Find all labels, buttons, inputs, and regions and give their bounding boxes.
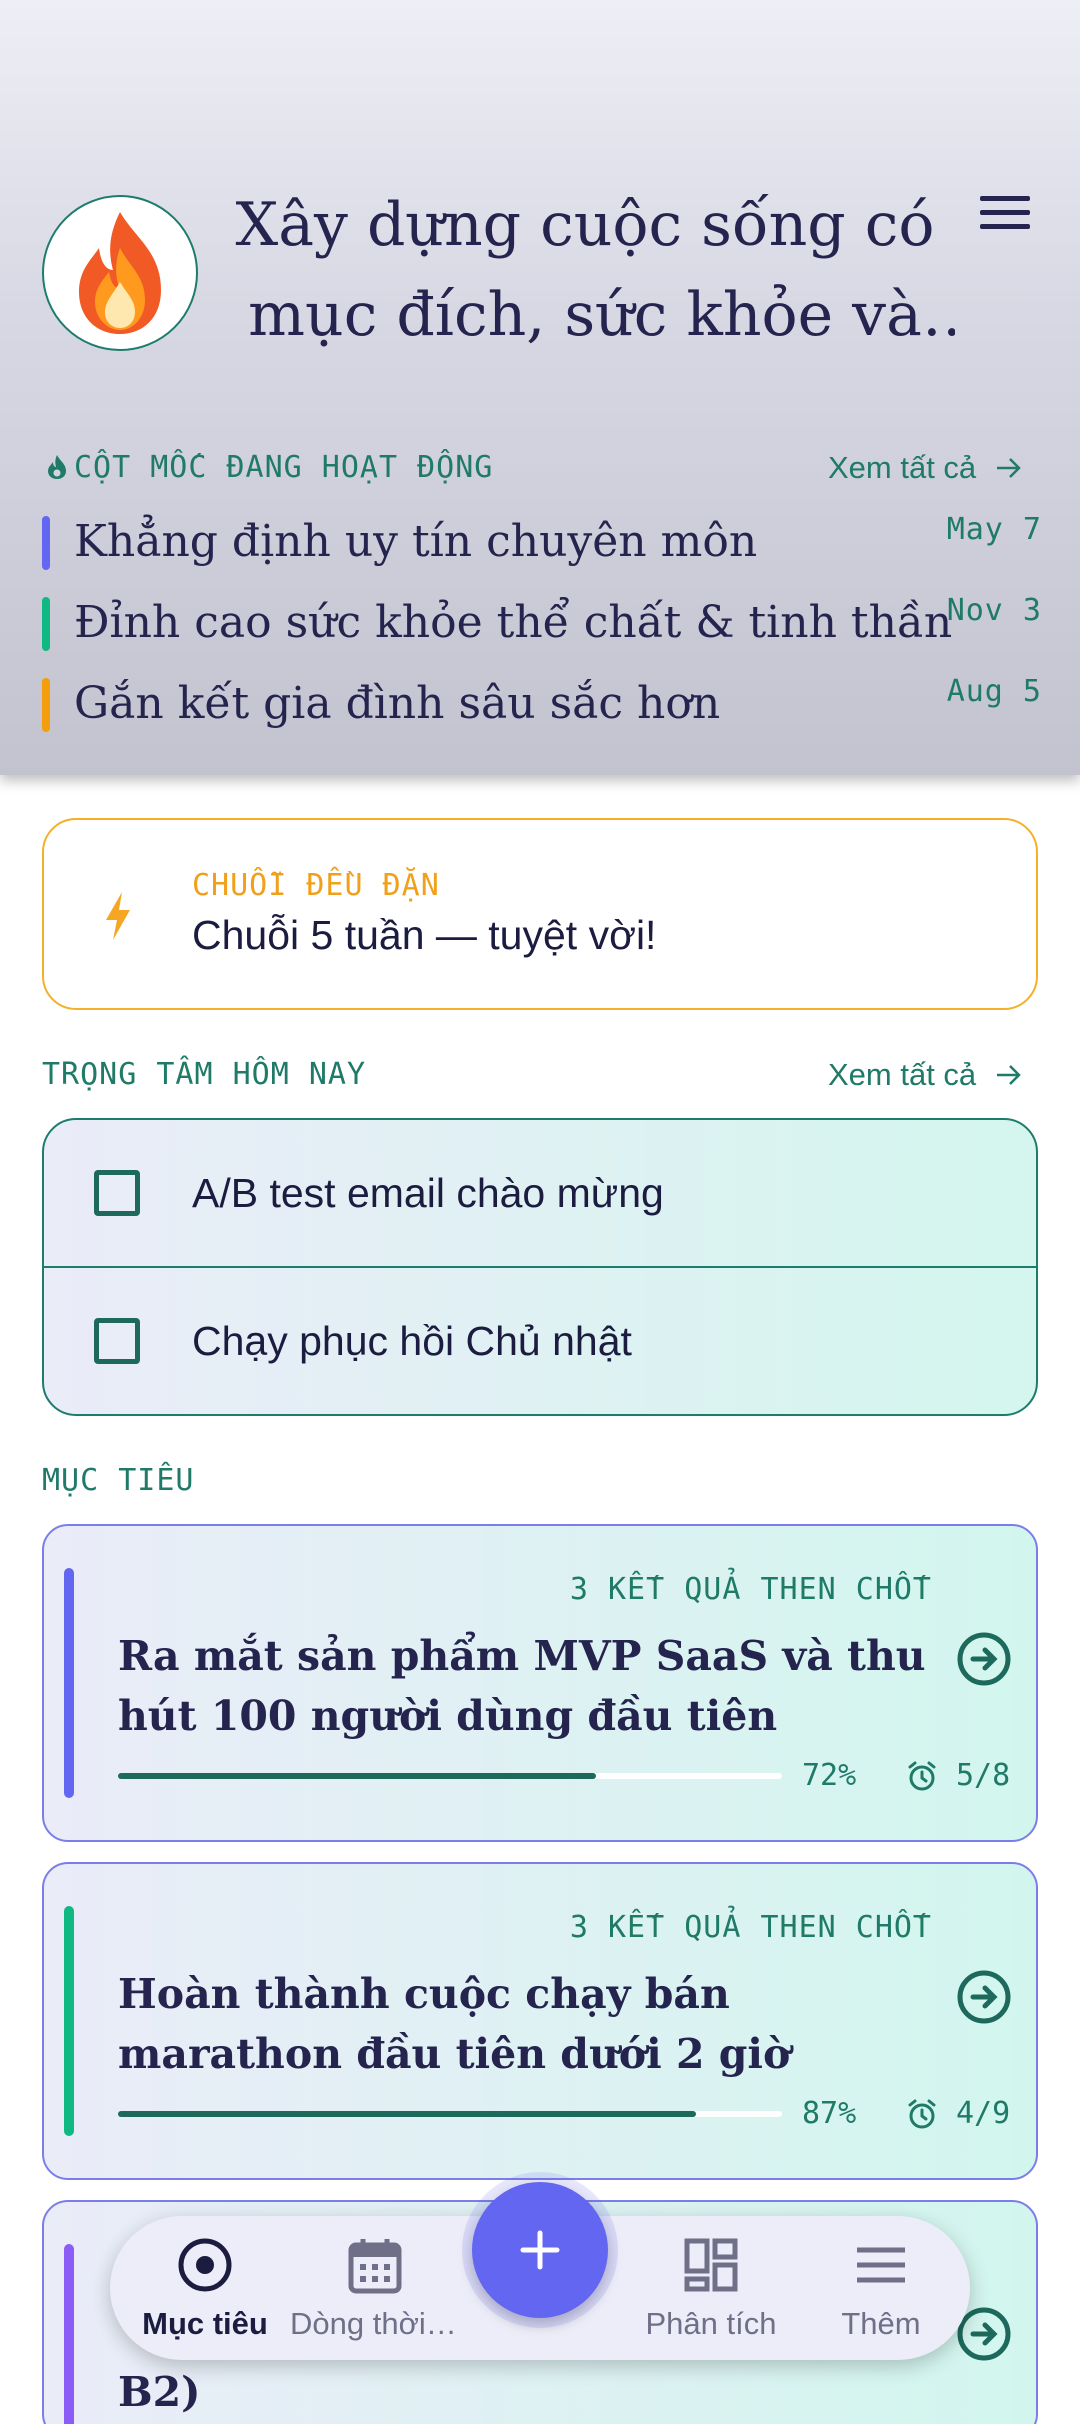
key-results-count: 3 KẾT QUẢ THEN CHỐT bbox=[569, 1572, 932, 1607]
goal-title: Hoàn thành cuộc chạy bán marathon đầu ti… bbox=[118, 1970, 791, 2078]
focus-item[interactable]: Chạy phục hồi Chủ nhật bbox=[44, 1268, 1036, 1414]
focus-label: TRỌNG TÂM HÔM NAY bbox=[42, 1057, 367, 1092]
milestone-item[interactable]: Gắn kết gia đình sâu sắc hơn Aug 5 bbox=[42, 674, 1042, 734]
menu-icon bbox=[857, 2247, 905, 2283]
goal-card[interactable]: 3 KẾT QUẢ THEN CHỐT Ra mắt sản phẩm MVP … bbox=[42, 1524, 1038, 1842]
flame-small-icon bbox=[48, 455, 66, 479]
goal-color-bar bbox=[64, 1568, 74, 1798]
nav-item-more[interactable]: Thêm bbox=[796, 2216, 966, 2360]
milestone-date: Nov 3 bbox=[946, 593, 1042, 628]
streak-text: Chuỗi 5 tuần — tuyệt vời! bbox=[192, 912, 657, 958]
arrow-right-icon bbox=[996, 1065, 1021, 1085]
key-results-count: 3 KẾT QUẢ THEN CHỐT bbox=[569, 1910, 932, 1945]
goal-title: B2) bbox=[118, 2368, 201, 2416]
milestone-item[interactable]: Đỉnh cao sức khỏe thể chất & tinh thần N… bbox=[42, 593, 1042, 653]
focus-see-all-link[interactable]: Xem tất cả bbox=[828, 1057, 1023, 1093]
arrow-circle-right-icon[interactable] bbox=[956, 1631, 1012, 1687]
goal-card[interactable]: 3 KẾT QUẢ THEN CHỐT Hoàn thành cuộc chạy… bbox=[42, 1862, 1038, 2180]
goals-label: MỤC TIÊU bbox=[42, 1463, 195, 1498]
nav-item-analytics[interactable]: Phân tích bbox=[626, 2216, 796, 2360]
add-button[interactable] bbox=[472, 2182, 608, 2318]
header: Xây dựng cuộc sống có mục đích, sức khỏe… bbox=[0, 0, 1080, 775]
goal-title: Ra mắt sản phẩm MVP SaaS và thu hút 100 … bbox=[118, 1632, 926, 1740]
milestone-text: Khẳng định uy tín chuyên môn bbox=[74, 516, 758, 567]
nav-label: Phân tích bbox=[645, 2306, 777, 2341]
alarm-icon bbox=[908, 2099, 936, 2129]
milestone-date: May 7 bbox=[946, 512, 1042, 547]
goal-progress-bar bbox=[118, 1773, 782, 1779]
streak-label: CHUỖI ĐỀU ĐẶN bbox=[192, 868, 440, 903]
milestone-color-bar bbox=[42, 597, 50, 651]
calendar-icon bbox=[348, 2239, 402, 2294]
focus-item-text: A/B test email chào mừng bbox=[192, 1170, 664, 1216]
goal-progress-fill bbox=[118, 2111, 696, 2117]
milestone-color-bar bbox=[42, 516, 50, 570]
fire-icon bbox=[79, 212, 161, 334]
milestones-see-all-link[interactable]: Xem tất cả bbox=[828, 450, 1023, 486]
focus-item[interactable]: A/B test email chào mừng bbox=[44, 1120, 1036, 1268]
milestone-date: Aug 5 bbox=[946, 674, 1042, 709]
nav-item-goals[interactable]: Mục tiêu bbox=[120, 2216, 290, 2360]
milestone-text: Đỉnh cao sức khỏe thể chất & tinh thần bbox=[74, 597, 953, 648]
page-title: Xây dựng cuộc sống có mục đích, sức khỏe… bbox=[235, 190, 935, 350]
goal-task-count: 5/8 bbox=[956, 1758, 1011, 1793]
goal-progress-bar bbox=[118, 2111, 782, 2117]
focus-checkbox[interactable] bbox=[94, 1318, 140, 1364]
goal-task-count: 4/9 bbox=[956, 2096, 1011, 2131]
lightning-icon bbox=[106, 892, 130, 940]
arrow-circle-right-icon[interactable] bbox=[956, 1969, 1012, 2025]
hamburger-icon[interactable] bbox=[980, 196, 1030, 236]
streak-card: CHUỖI ĐỀU ĐẶN Chuỗi 5 tuần — tuyệt vời! bbox=[42, 818, 1038, 1010]
avatar[interactable] bbox=[42, 195, 198, 351]
arrow-right-icon bbox=[996, 458, 1021, 478]
nav-label: Thêm bbox=[841, 2306, 921, 2341]
plus-icon bbox=[520, 2230, 560, 2270]
focus-checkbox[interactable] bbox=[94, 1170, 140, 1216]
focus-card: A/B test email chào mừng Chạy phục hồi C… bbox=[42, 1118, 1038, 1416]
milestone-text: Gắn kết gia đình sâu sắc hơn bbox=[74, 678, 721, 729]
target-icon bbox=[178, 2238, 232, 2292]
nav-label: Mục tiêu bbox=[142, 2306, 268, 2341]
goal-progress-percent: 87% bbox=[802, 2096, 857, 2131]
goal-color-bar bbox=[64, 1906, 74, 2136]
focus-item-text: Chạy phục hồi Chủ nhật bbox=[192, 1318, 632, 1364]
nav-label: Dòng thời gian bbox=[290, 2306, 460, 2341]
milestones-label: CỘT MỐC ĐANG HOẠT ĐỘNG bbox=[46, 450, 493, 485]
goal-progress-fill bbox=[118, 1773, 597, 1779]
nav-item-timeline[interactable]: Dòng thời gian bbox=[290, 2216, 460, 2360]
goal-color-bar bbox=[64, 2244, 74, 2424]
dashboard-icon bbox=[684, 2238, 738, 2292]
alarm-icon bbox=[908, 1761, 936, 1791]
goal-progress-percent: 72% bbox=[802, 1758, 857, 1793]
milestone-color-bar bbox=[42, 678, 50, 732]
milestone-item[interactable]: Khẳng định uy tín chuyên môn May 7 bbox=[42, 512, 1042, 572]
